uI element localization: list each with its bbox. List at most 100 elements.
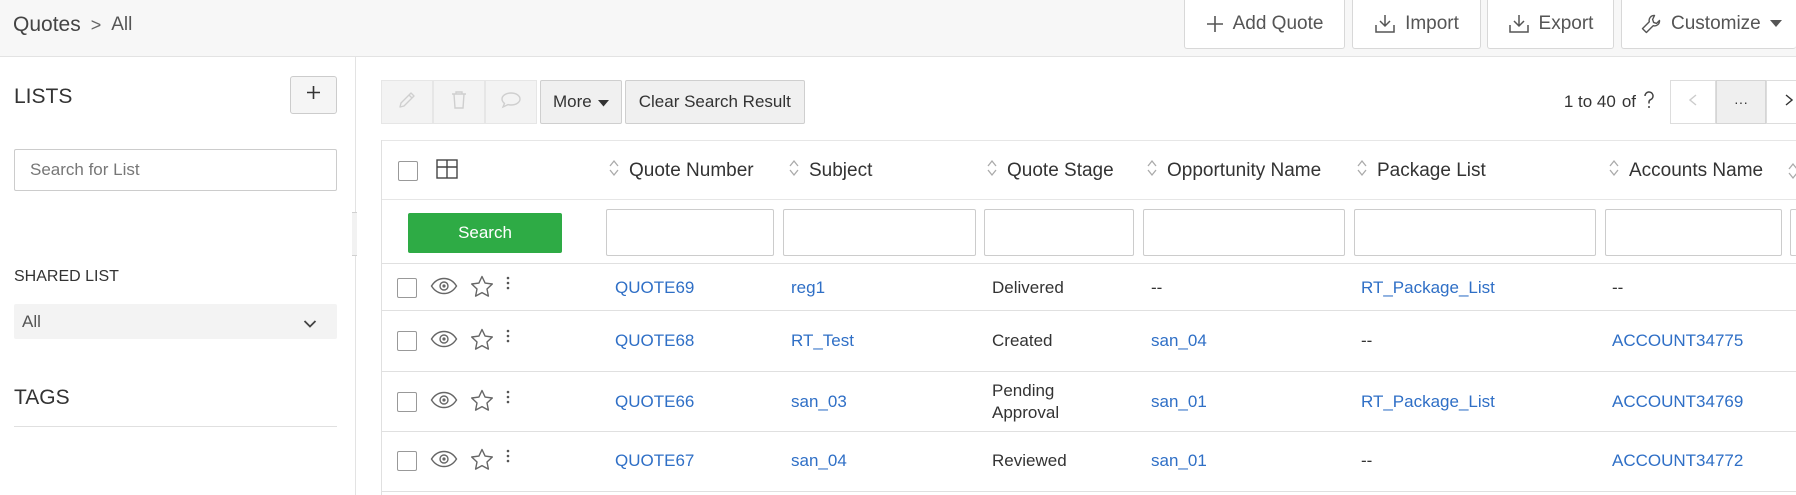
lists-title: LISTS <box>14 85 73 108</box>
package-list-link[interactable]: RT_Package_List <box>1361 278 1495 298</box>
opportunity-link[interactable]: san_04 <box>1151 331 1207 351</box>
breadcrumb-separator: > <box>90 14 102 35</box>
column-header-opportunity-name[interactable]: Opportunity Name <box>1146 141 1321 201</box>
breadcrumb: Quotes > All <box>13 13 132 37</box>
comment-button[interactable] <box>485 80 537 124</box>
table-search-button[interactable]: Search <box>408 213 562 253</box>
column-filter-row: Search <box>382 200 1796 264</box>
subject-link[interactable]: san_04 <box>791 451 847 471</box>
column-label: Subject <box>809 160 873 181</box>
chevron-down-icon <box>303 314 317 334</box>
quote-number-link[interactable]: QUOTE68 <box>615 331 694 351</box>
column-layout-icon[interactable] <box>436 159 458 184</box>
export-icon <box>1508 14 1530 34</box>
table-row[interactable]: QUOTE67 san_04 Reviewed san_01 -- ACCOUN… <box>382 432 1796 492</box>
more-options-icon[interactable] <box>506 390 510 411</box>
eye-icon[interactable] <box>430 450 458 473</box>
column-header-quote-number[interactable]: Quote Number <box>608 141 754 201</box>
plus-icon <box>1206 15 1224 33</box>
customize-label: Customize <box>1671 13 1761 34</box>
package-list-cell: -- <box>1361 331 1373 350</box>
star-icon[interactable] <box>470 275 494 303</box>
more-options-icon[interactable] <box>506 449 510 470</box>
quote-number-link[interactable]: QUOTE67 <box>615 451 694 471</box>
clear-search-label: Clear Search Result <box>638 92 791 111</box>
sort-icon <box>1356 159 1368 183</box>
sort-icon <box>986 159 998 183</box>
caret-down-icon <box>597 92 609 112</box>
export-button[interactable]: Export <box>1487 0 1614 49</box>
column-label: Quote Stage <box>1007 160 1114 181</box>
column-header-package-list[interactable]: Package List <box>1356 141 1486 201</box>
account-link[interactable]: ACCOUNT34772 <box>1612 451 1743 471</box>
delete-button[interactable] <box>433 80 485 124</box>
row-checkbox[interactable] <box>397 451 417 471</box>
tags-title: TAGS <box>14 386 70 409</box>
import-label: Import <box>1405 13 1459 34</box>
quote-stage-filter[interactable] <box>984 209 1134 256</box>
quote-number-filter[interactable] <box>606 209 774 256</box>
accounts-name-filter[interactable] <box>1605 209 1782 256</box>
sort-icon <box>1146 159 1158 183</box>
quote-stage-cell: Delivered <box>992 278 1064 297</box>
breadcrumb-module[interactable]: Quotes <box>13 13 81 37</box>
more-pages-button[interactable]: ··· <box>1716 80 1766 124</box>
opportunity-name-filter[interactable] <box>1143 209 1345 256</box>
table-row[interactable]: QUOTE68 RT_Test Created san_04 -- ACCOUN… <box>382 311 1796 372</box>
wrench-icon <box>1640 13 1662 35</box>
more-button[interactable]: More <box>540 80 622 124</box>
subject-link[interactable]: RT_Test <box>791 331 854 351</box>
edit-button[interactable] <box>381 80 433 124</box>
column-header-subject[interactable]: Subject <box>788 141 872 201</box>
previous-page-button[interactable] <box>1670 80 1716 124</box>
column-header-accounts-name[interactable]: Accounts Name <box>1608 141 1763 201</box>
package-list-link[interactable]: RT_Package_List <box>1361 392 1495 412</box>
quote-number-link[interactable]: QUOTE66 <box>615 392 694 412</box>
account-link[interactable]: ACCOUNT34769 <box>1612 392 1743 412</box>
table-row[interactable]: QUOTE66 san_03 Pending Approval san_01 R… <box>382 372 1796 432</box>
subject-link[interactable]: san_03 <box>791 392 847 412</box>
shared-list-select[interactable]: All <box>14 304 337 339</box>
question-icon[interactable] <box>1642 90 1656 114</box>
sort-icon <box>1788 162 1796 185</box>
more-options-icon[interactable] <box>506 329 510 350</box>
star-icon[interactable] <box>470 389 494 417</box>
subject-link[interactable]: reg1 <box>791 278 825 298</box>
opportunity-link[interactable]: san_01 <box>1151 451 1207 471</box>
eye-icon[interactable] <box>430 391 458 414</box>
add-list-button[interactable] <box>290 76 337 114</box>
quote-number-link[interactable]: QUOTE69 <box>615 278 694 298</box>
trash-icon <box>450 90 468 115</box>
opportunity-cell: -- <box>1151 278 1163 297</box>
package-list-filter[interactable] <box>1354 209 1596 256</box>
table-row[interactable]: QUOTE69 reg1 Delivered -- RT_Package_Lis… <box>382 265 1796 311</box>
next-column-filter[interactable] <box>1790 209 1796 256</box>
column-label: Opportunity Name <box>1167 160 1322 181</box>
pager-of-label: of <box>1621 92 1636 111</box>
caret-left-icon <box>1688 93 1697 111</box>
column-header-quote-stage[interactable]: Quote Stage <box>986 141 1114 201</box>
ellipsis-label: ··· <box>1734 94 1748 110</box>
caret-right-icon <box>1785 93 1794 111</box>
add-quote-button[interactable]: Add Quote <box>1184 0 1345 49</box>
shared-list-value: All <box>22 311 41 331</box>
sort-icon <box>788 159 800 183</box>
eye-icon[interactable] <box>430 330 458 353</box>
eye-icon[interactable] <box>430 277 458 300</box>
star-icon[interactable] <box>470 328 494 356</box>
customize-button[interactable]: Customize <box>1621 0 1796 49</box>
import-button[interactable]: Import <box>1352 0 1481 49</box>
account-link[interactable]: ACCOUNT34775 <box>1612 331 1743 351</box>
row-checkbox[interactable] <box>397 331 417 351</box>
opportunity-link[interactable]: san_01 <box>1151 392 1207 412</box>
clear-search-result-button[interactable]: Clear Search Result <box>624 80 805 124</box>
row-checkbox[interactable] <box>397 392 417 412</box>
list-search-input[interactable] <box>14 149 337 191</box>
select-all-checkbox[interactable] <box>398 161 418 181</box>
next-page-button[interactable] <box>1766 80 1796 124</box>
subject-filter[interactable] <box>783 209 976 256</box>
star-icon[interactable] <box>470 448 494 476</box>
column-label: Quote Number <box>629 160 754 181</box>
row-checkbox[interactable] <box>397 278 417 298</box>
more-options-icon[interactable] <box>506 276 510 297</box>
